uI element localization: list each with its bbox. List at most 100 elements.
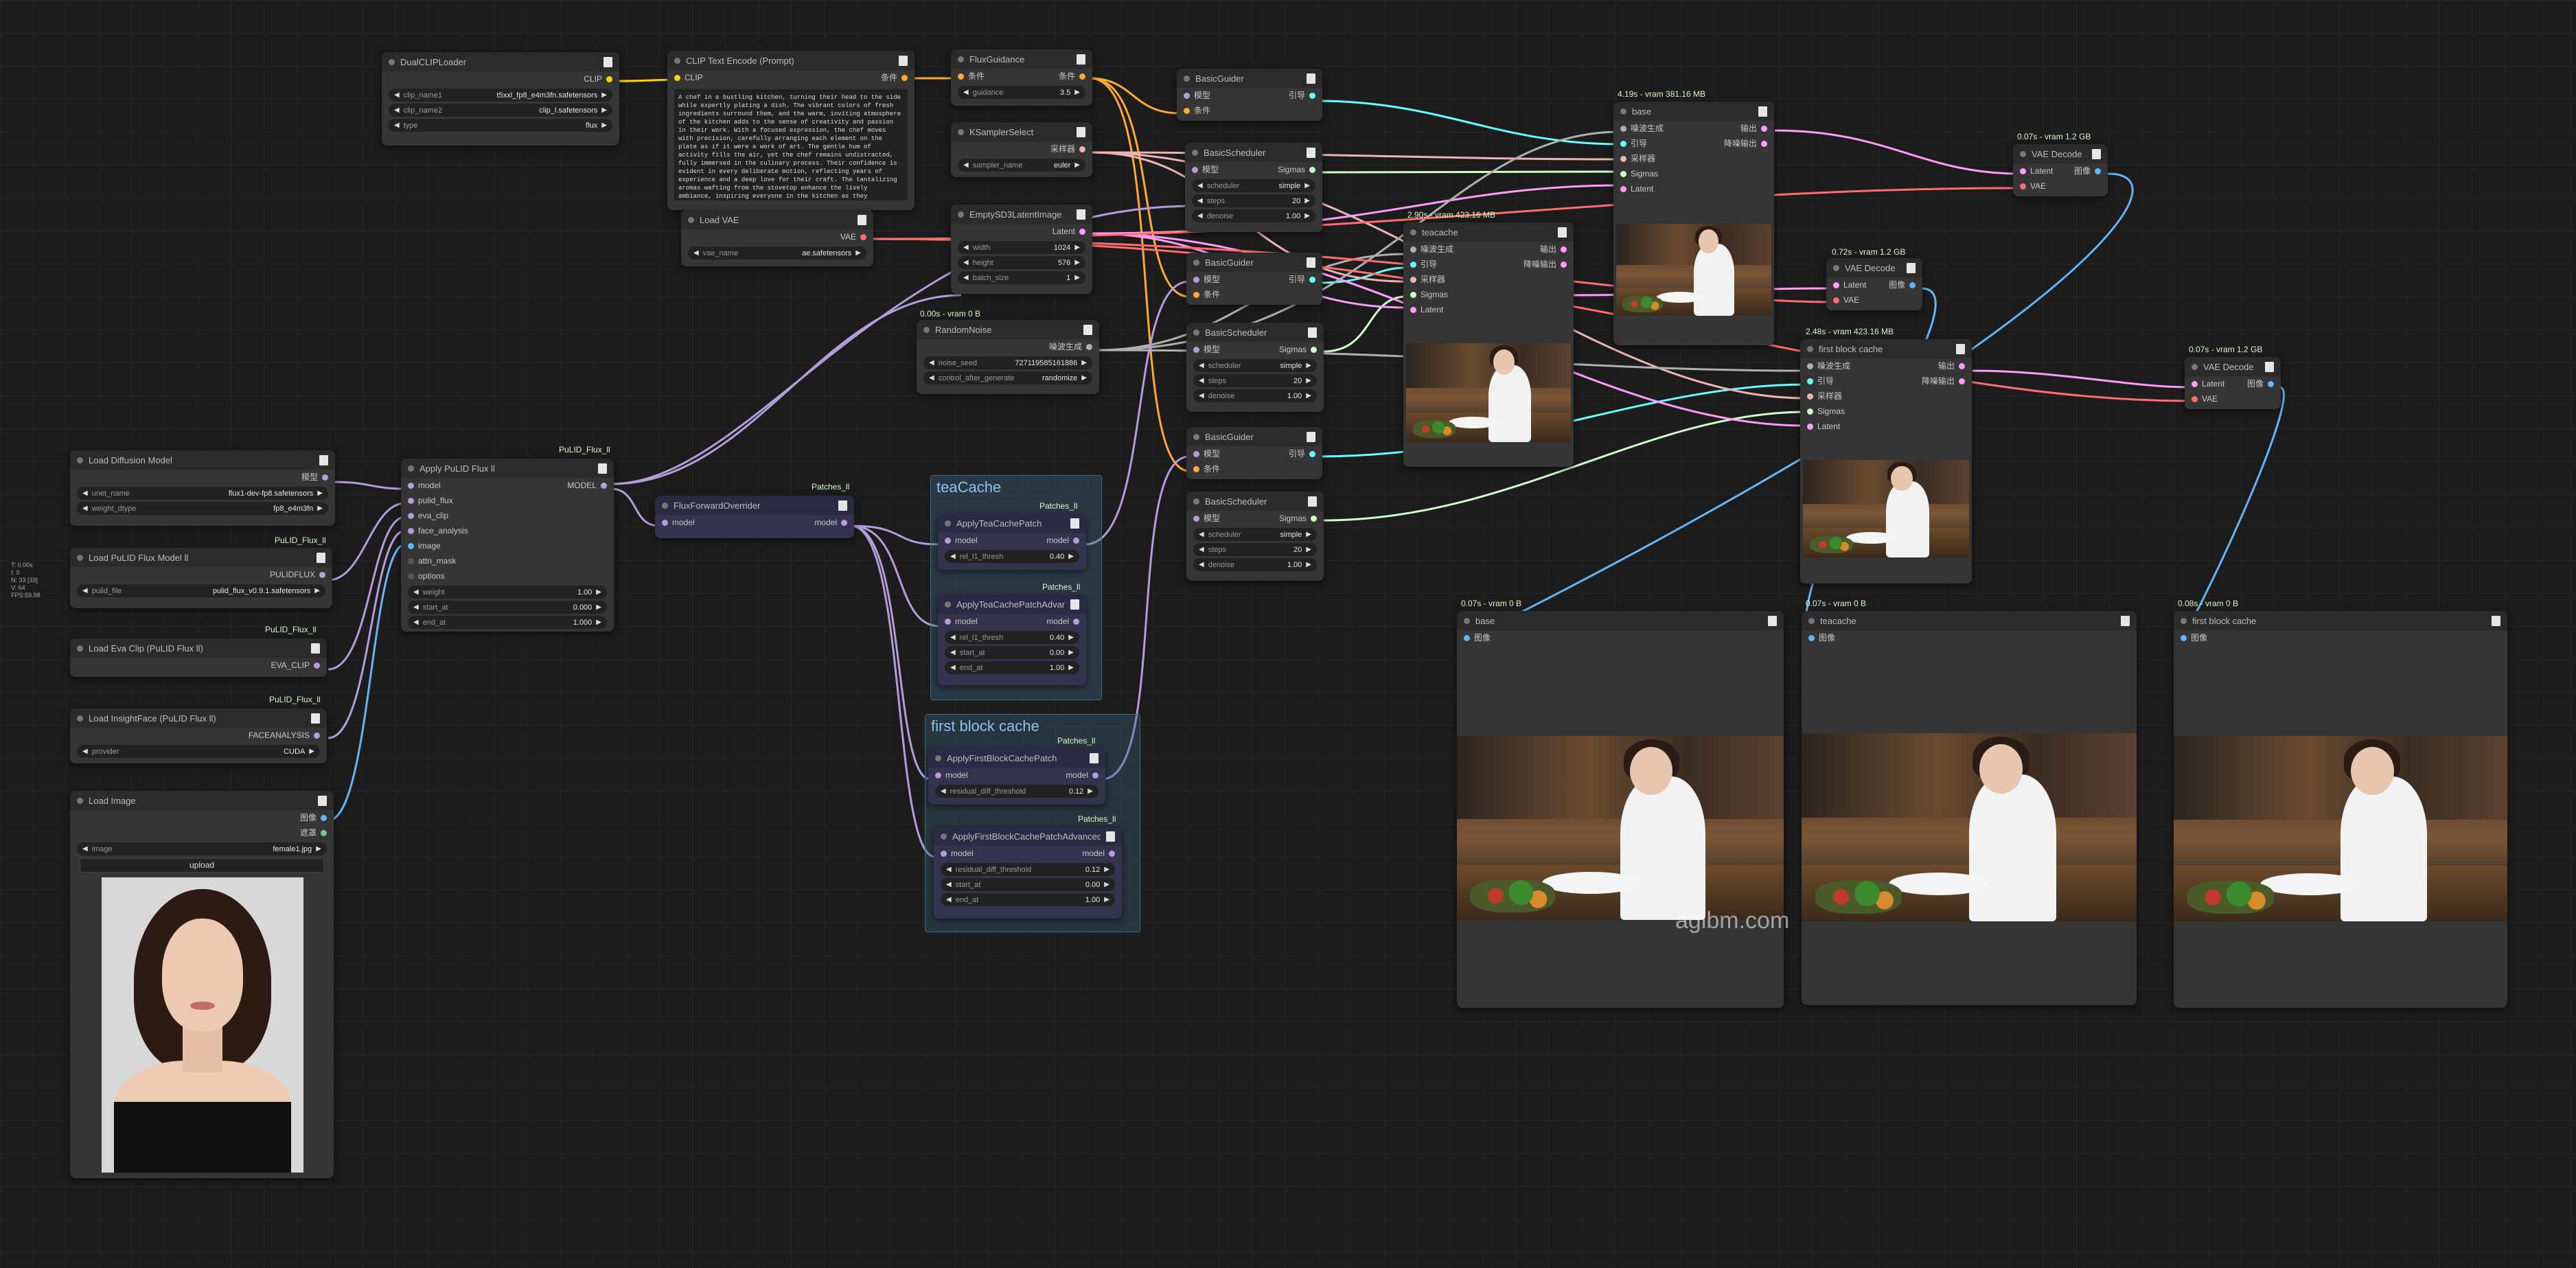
widget-residual-diff-threshold[interactable]: ◀ residual_diff_threshold 0.12 ▶ (935, 785, 1099, 798)
page-icon[interactable] (1956, 343, 1965, 354)
widget-pulid-file[interactable]: ◀ pulid_file pulid_flux_v0.9.1.safetensors… (77, 584, 325, 597)
page-icon[interactable] (1083, 324, 1092, 335)
input-socket[interactable] (2020, 183, 2026, 189)
output-socket[interactable] (1079, 228, 1085, 235)
collapse-dot-icon[interactable] (688, 216, 694, 223)
node-dualcliploader[interactable]: DualCLIPLoader CLIP ◀ clip_name1 t5xxl_fp8… (382, 52, 619, 146)
input-socket[interactable] (1620, 140, 1626, 147)
node-basic-scheduler-1[interactable]: BasicScheduler 模型 Sigmas ◀ scheduler simple… (1185, 143, 1322, 232)
node-clip-text-encode[interactable]: CLIP Text Encode (Prompt) CLIP 条件 A chef … (667, 51, 915, 210)
page-icon[interactable] (1077, 209, 1085, 220)
widget-end-at[interactable]: ◀ end_at 1.000 ▶ (408, 616, 607, 629)
widget-vae-name[interactable]: ◀ vae_name ae.safetensors ▶ (688, 246, 866, 260)
node-canvas[interactable]: teaCache first block cache T: 0.00s I: 0… (0, 0, 2576, 1268)
page-icon[interactable] (1070, 518, 1079, 529)
widget-end-at[interactable]: ◀ end_at 1.00 ▶ (941, 893, 1115, 906)
page-icon[interactable] (1106, 831, 1115, 842)
widget-guidance[interactable]: ◀ guidance 3.5 ▶ (958, 86, 1085, 99)
page-icon[interactable] (1307, 257, 1315, 268)
input-socket[interactable] (935, 772, 941, 779)
output-socket[interactable] (1309, 166, 1315, 173)
widget-start-at[interactable]: ◀ start_at 0.00 ▶ (941, 878, 1115, 891)
input-socket[interactable] (1184, 107, 1190, 114)
page-icon[interactable] (838, 500, 847, 511)
page-icon[interactable] (899, 55, 908, 66)
output-socket[interactable] (1073, 537, 1079, 544)
page-icon[interactable] (598, 463, 607, 474)
widget-image[interactable]: ◀ image female1.jpg ▶ (77, 842, 327, 855)
input-socket[interactable] (408, 497, 414, 504)
widget-weight[interactable]: ◀ weight 1.00 ▶ (408, 586, 607, 599)
node-load-image[interactable]: Load Image 图像 遮罩 ◀ image female1.jpg ▶ uplo… (70, 791, 334, 1178)
output-socket[interactable] (901, 74, 908, 81)
node-vae-decode-3[interactable]: VAE Decode Latent 图像 VAE (2185, 357, 2281, 409)
input-socket[interactable] (1620, 185, 1626, 192)
collapse-dot-icon[interactable] (408, 465, 414, 472)
collapse-dot-icon[interactable] (1193, 498, 1199, 505)
page-icon[interactable] (1090, 752, 1099, 763)
collapse-dot-icon[interactable] (77, 797, 83, 804)
node-flux-guidance[interactable]: FluxGuidance 条件 条件 ◀ guidance 3.5 ▶ (951, 49, 1092, 106)
collapse-dot-icon[interactable] (1464, 617, 1470, 624)
page-icon[interactable] (319, 454, 328, 465)
page-icon[interactable] (2092, 148, 2101, 159)
output-socket[interactable] (1561, 261, 1567, 268)
output-socket[interactable] (606, 76, 612, 82)
output-socket[interactable] (2095, 168, 2101, 174)
page-icon[interactable] (311, 643, 320, 654)
prompt-textarea[interactable]: A chef in a bustling kitchen, turning th… (674, 89, 908, 200)
input-socket[interactable] (1833, 281, 1839, 288)
output-socket[interactable] (1311, 346, 1317, 353)
collapse-dot-icon[interactable] (77, 645, 83, 652)
collapse-dot-icon[interactable] (1193, 433, 1199, 440)
input-socket[interactable] (408, 512, 414, 519)
collapse-dot-icon[interactable] (77, 554, 83, 561)
input-socket[interactable] (2020, 168, 2026, 174)
collapse-dot-icon[interactable] (945, 601, 951, 608)
output-socket[interactable] (321, 814, 327, 821)
widget-denoise[interactable]: ◀ denoise 1.00 ▶ (1193, 558, 1317, 571)
widget-clip-name1[interactable]: ◀ clip_name1 t5xxl_fp8_e4m3fn.safetensors ▶ (389, 89, 612, 102)
node-load-diffusion-model[interactable]: Load Diffusion Model 模型 ◀ unet_name flux1-… (70, 450, 335, 526)
output-socket[interactable] (319, 571, 325, 578)
collapse-dot-icon[interactable] (945, 520, 951, 527)
input-socket[interactable] (1193, 515, 1199, 522)
collapse-dot-icon[interactable] (1184, 75, 1190, 82)
input-socket[interactable] (1464, 634, 1470, 641)
collapse-dot-icon[interactable] (674, 57, 680, 64)
output-socket[interactable] (1311, 515, 1317, 522)
widget-start-at[interactable]: ◀ start_at 0.00 ▶ (945, 646, 1079, 659)
node-random-noise[interactable]: RandomNoise 噪波生成 ◀ noise_seed 727119585161… (917, 320, 1099, 394)
collapse-dot-icon[interactable] (1833, 264, 1839, 271)
output-socket[interactable] (1959, 362, 1965, 369)
input-socket[interactable] (1807, 362, 1813, 369)
output-socket[interactable] (1959, 378, 1965, 384)
input-socket[interactable] (1192, 166, 1198, 173)
input-socket[interactable] (408, 482, 414, 489)
page-icon[interactable] (2265, 361, 2274, 372)
collapse-dot-icon[interactable] (1807, 345, 1813, 352)
node-vae-decode-1[interactable]: VAE Decode Latent 图像 VAE (2013, 144, 2108, 196)
output-socket[interactable] (841, 519, 847, 526)
collapse-dot-icon[interactable] (1193, 329, 1199, 336)
input-socket[interactable] (1193, 276, 1199, 283)
node-apply-first-block-cache-patch-advanced[interactable]: ApplyFirstBlockCachePatchAdvanced model m… (934, 827, 1122, 919)
collapse-dot-icon[interactable] (2020, 150, 2026, 157)
widget-height[interactable]: ◀ height 576 ▶ (958, 256, 1085, 269)
node-load-pulid-flux-model[interactable]: Load PuLID Flux Model ll PULIDFLUX ◀ puli… (70, 548, 332, 608)
widget-scheduler[interactable]: ◀ scheduler simple ▶ (1193, 528, 1317, 541)
page-icon[interactable] (1308, 496, 1317, 507)
node-apply-teacache-patch[interactable]: ApplyTeaCachePatch model model ◀ rel_l1_th… (938, 514, 1086, 570)
node-apply-teacache-patch-advanced[interactable]: ApplyTeaCachePatchAdvanced modelmodel ◀r… (938, 595, 1086, 685)
widget-control-after-generate[interactable]: ◀ control_after_generate randomize ▶ (923, 371, 1092, 384)
node-apply-pulid-flux[interactable]: Apply PuLID Flux ll model MODEL pulid_flu… (401, 459, 614, 632)
input-socket[interactable] (1193, 450, 1199, 457)
output-socket[interactable] (1073, 618, 1079, 625)
input-socket[interactable] (1193, 346, 1199, 353)
widget-width[interactable]: ◀ width 1024 ▶ (958, 241, 1085, 254)
page-icon[interactable] (2492, 615, 2500, 626)
output-socket[interactable] (1086, 343, 1092, 350)
collapse-dot-icon[interactable] (1620, 108, 1626, 115)
collapse-dot-icon[interactable] (662, 502, 668, 509)
input-socket[interactable] (1184, 92, 1190, 99)
